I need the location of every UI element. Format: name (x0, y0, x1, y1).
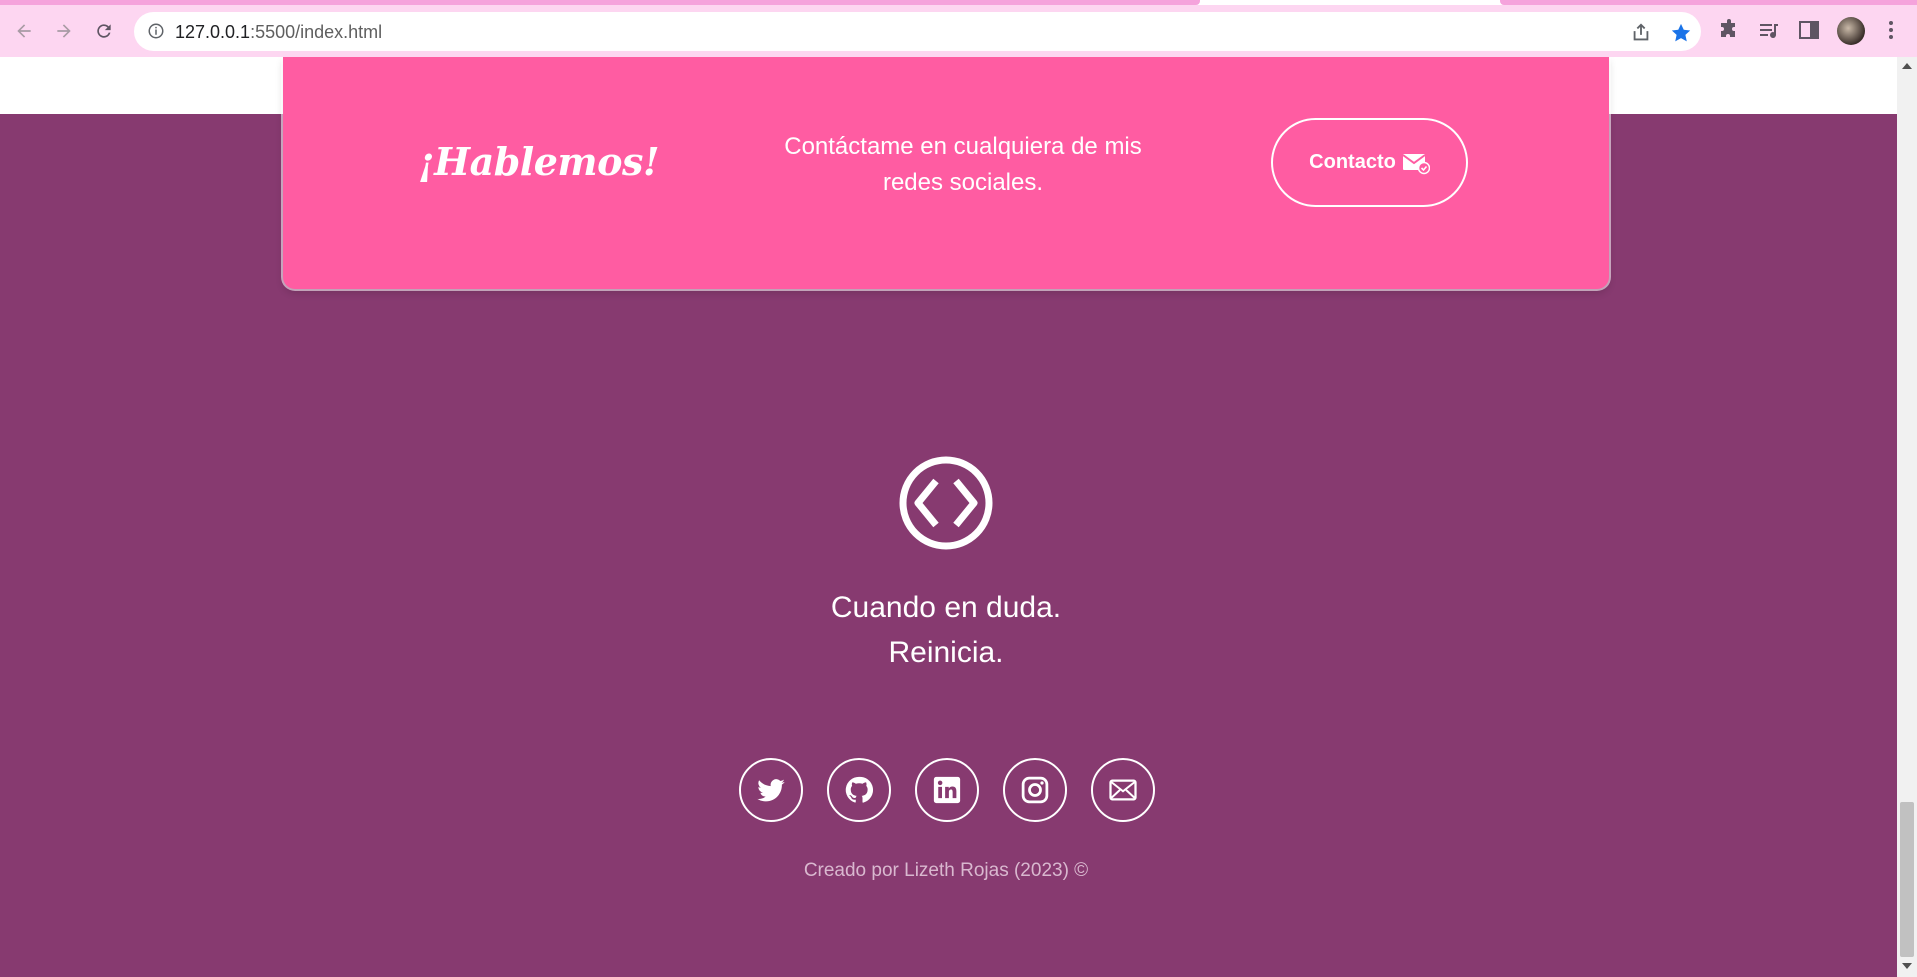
scrollbar-thumb[interactable] (1900, 802, 1914, 957)
forward-button[interactable] (48, 15, 80, 47)
footer-quote: Cuando en duda. Reinicia. (746, 585, 1146, 675)
url-host: 127.0.0.1 (175, 22, 251, 42)
instagram-icon (1021, 776, 1049, 804)
reload-icon (97, 24, 111, 38)
instagram-link[interactable] (1003, 758, 1067, 822)
code-logo-icon (899, 456, 993, 550)
quote-line-1: Cuando en duda. (830, 591, 1062, 624)
extensions-icon[interactable] (1717, 18, 1741, 42)
social-links (739, 758, 1155, 822)
side-panel-icon[interactable] (1797, 18, 1821, 42)
arrow-right-icon (57, 24, 71, 38)
url-path: :5500/index.html (250, 22, 383, 42)
cta-text: Contáctame en cualquiera de mis redes so… (784, 133, 1142, 196)
reload-button[interactable] (88, 15, 120, 47)
linkedin-link[interactable] (915, 758, 979, 822)
page-viewport: ¡Hablemos! Contáctame en cualquiera de m… (0, 57, 1897, 977)
profile-avatar[interactable] (1837, 17, 1865, 45)
vertical-scrollbar[interactable] (1897, 57, 1917, 977)
twitter-icon (757, 779, 785, 802)
linkedin-icon (933, 776, 961, 804)
twitter-link[interactable] (739, 758, 803, 822)
mail-check-icon (1402, 153, 1430, 174)
tab-strip (0, 0, 1917, 5)
info-icon[interactable] (147, 22, 165, 40)
bookmark-star-icon[interactable] (1670, 22, 1692, 44)
browser-toolbar: 127.0.0.1:5500/index.html (0, 0, 1917, 57)
contact-button-label: Contacto (1309, 151, 1396, 173)
cta-title: ¡Hablemos! (418, 139, 660, 184)
share-icon[interactable] (1630, 22, 1652, 44)
tab-strip-segment (1500, 0, 1917, 5)
email-icon (1109, 779, 1137, 801)
back-button[interactable] (8, 15, 40, 47)
address-bar[interactable]: 127.0.0.1:5500/index.html (134, 12, 1701, 51)
contact-button[interactable]: Contacto (1271, 118, 1468, 207)
contact-cta-card: ¡Hablemos! Contáctame en cualquiera de m… (283, 57, 1609, 289)
footer-credit: Creado por Lizeth Rojas (2023) © (803, 860, 1089, 881)
scroll-down-arrow-icon[interactable] (1902, 963, 1912, 969)
quote-line-2: Reinicia. (888, 636, 1004, 669)
scroll-up-arrow-icon[interactable] (1902, 63, 1912, 69)
media-queue-icon[interactable] (1757, 18, 1781, 42)
github-link[interactable] (827, 758, 891, 822)
url-text[interactable]: 127.0.0.1:5500/index.html (175, 22, 382, 43)
kebab-menu-icon[interactable] (1879, 18, 1903, 42)
tab-strip-segment (0, 0, 1200, 5)
arrow-left-icon (17, 24, 31, 38)
email-link[interactable] (1091, 758, 1155, 822)
github-icon (845, 776, 874, 803)
